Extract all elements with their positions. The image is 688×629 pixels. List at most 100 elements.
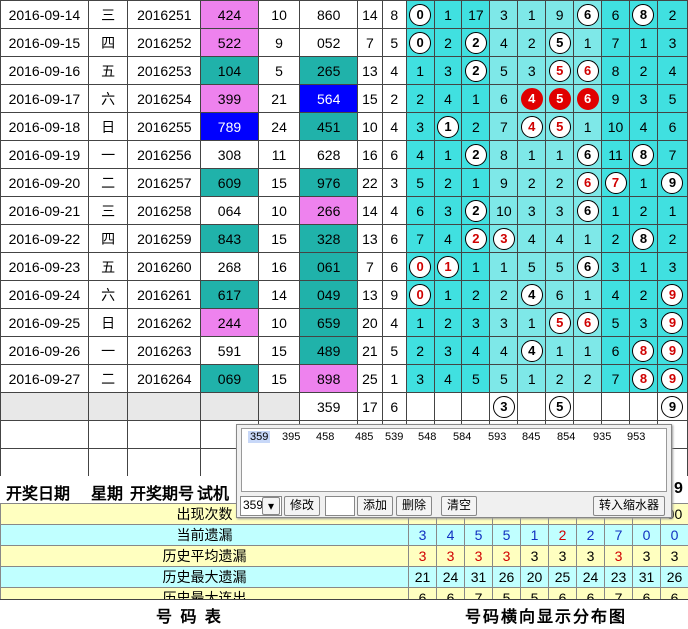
table-row: 2016-09-26一2016263591154892152344411689: [1, 337, 688, 365]
empty-cell: [128, 421, 201, 449]
clear-button[interactable]: 清空: [441, 496, 477, 516]
distribution-cell: 2: [630, 57, 658, 85]
test-number: 424: [201, 1, 259, 29]
number-ball: 8: [632, 144, 654, 166]
forecast-cell: [434, 393, 462, 421]
stats-value: 2: [549, 525, 577, 546]
table-row: 2016-09-19一20162563081162816641281161187: [1, 141, 688, 169]
weekday: 三: [88, 1, 128, 29]
number-ball: 5: [549, 88, 571, 110]
number-ball: 6: [577, 172, 599, 194]
test-number: 789: [201, 113, 259, 141]
prize-sum: 14: [357, 197, 382, 225]
issue-number: 2016261: [128, 281, 201, 309]
stats-value: 3: [549, 546, 577, 567]
prize-number: 564: [300, 85, 358, 113]
distribution-cell: 3: [657, 29, 687, 57]
prize-sum: 7: [357, 29, 382, 57]
distribution-cell: 6: [574, 57, 602, 85]
chevron-down-icon[interactable]: ▾: [262, 497, 280, 515]
prize-number: 052: [300, 29, 358, 57]
test-number: 843: [201, 225, 259, 253]
stats-value: 31: [633, 567, 661, 588]
list-item[interactable]: 458: [316, 431, 334, 443]
number-ball: 5: [549, 60, 571, 82]
modify-button[interactable]: 修改: [284, 496, 320, 516]
distribution-cell: 9: [657, 365, 687, 393]
shrink-button[interactable]: 转入缩水器: [593, 496, 665, 516]
issue-number: 2016257: [128, 169, 201, 197]
distribution-cell: 1: [434, 253, 462, 281]
distribution-cell: 1: [630, 253, 658, 281]
list-item[interactable]: 935: [593, 431, 611, 443]
number-ball: 6: [577, 60, 599, 82]
delete-button[interactable]: 删除: [396, 496, 432, 516]
prize-span: 1: [382, 365, 406, 393]
list-item[interactable]: 593: [488, 431, 506, 443]
distribution-cell: 7: [602, 169, 630, 197]
header-test: 试机: [197, 480, 229, 504]
distribution-cell: 9: [657, 281, 687, 309]
prize-number: 489: [300, 337, 358, 365]
list-item[interactable]: 584: [453, 431, 471, 443]
number-ball: 8: [632, 368, 654, 390]
list-item[interactable]: 845: [522, 431, 540, 443]
distribution-cell: 2: [574, 365, 602, 393]
header-date: 开奖日期: [6, 480, 70, 504]
distribution-cell: 1: [434, 113, 462, 141]
distribution-cell: 6: [574, 85, 602, 113]
number-ball: 2: [465, 60, 487, 82]
distribution-cell: 6: [574, 169, 602, 197]
header-tail: 9: [674, 480, 683, 498]
distribution-cell: 5: [546, 309, 574, 337]
list-item[interactable]: 485: [355, 431, 373, 443]
list-item[interactable]: 395: [282, 431, 300, 443]
distribution-cell: 5: [546, 85, 574, 113]
empty-cell: [128, 393, 201, 421]
test-number: 064: [201, 197, 259, 225]
draw-date: 2016-09-26: [1, 337, 89, 365]
distribution-cell: 3: [602, 253, 630, 281]
test-number: 268: [201, 253, 259, 281]
distribution-cell: 5: [657, 85, 687, 113]
draw-date: 2016-09-25: [1, 309, 89, 337]
stats-value: 26: [661, 567, 688, 588]
distribution-cell: 1: [518, 141, 546, 169]
distribution-cell: 2: [434, 29, 462, 57]
edit-input[interactable]: [325, 496, 355, 516]
distribution-cell: 4: [434, 225, 462, 253]
prize-span: 4: [382, 57, 406, 85]
list-item[interactable]: 359: [248, 431, 270, 443]
list-item[interactable]: 548: [418, 431, 436, 443]
distribution-cell: 4: [462, 337, 490, 365]
stats-value: 21: [409, 567, 437, 588]
distribution-cell: 1: [518, 1, 546, 29]
distribution-cell: 2: [518, 169, 546, 197]
forecast-cell: [574, 393, 602, 421]
empty-cell: [1, 421, 89, 449]
distribution-cell: 2: [518, 29, 546, 57]
add-button[interactable]: 添加: [357, 496, 393, 516]
stats-value: 2: [577, 525, 605, 546]
list-item[interactable]: 539: [385, 431, 403, 443]
test-sum: 15: [258, 365, 300, 393]
list-item[interactable]: 854: [557, 431, 575, 443]
stats-value: 3: [633, 546, 661, 567]
number-ball: 3: [493, 228, 515, 250]
forecast-cell: [630, 393, 658, 421]
number-ball: 9: [661, 396, 683, 418]
table-row: 2016-09-17六2016254399215641522416456935: [1, 85, 688, 113]
number-ball: 0: [409, 284, 431, 306]
test-sum: 10: [258, 1, 300, 29]
prize-span: 6: [382, 253, 406, 281]
combination-list[interactable]: 359 395 458 485 539 548 584 593 845 854 935 953: [241, 428, 667, 492]
test-number: 399: [201, 85, 259, 113]
number-ball: 4: [521, 284, 543, 306]
distribution-cell: 1: [518, 309, 546, 337]
stats-value: 25: [549, 567, 577, 588]
distribution-cell: 2: [546, 365, 574, 393]
list-item[interactable]: 953: [627, 431, 645, 443]
distribution-cell: 7: [602, 29, 630, 57]
header-week: 星期: [91, 480, 123, 504]
distribution-cell: 4: [518, 113, 546, 141]
